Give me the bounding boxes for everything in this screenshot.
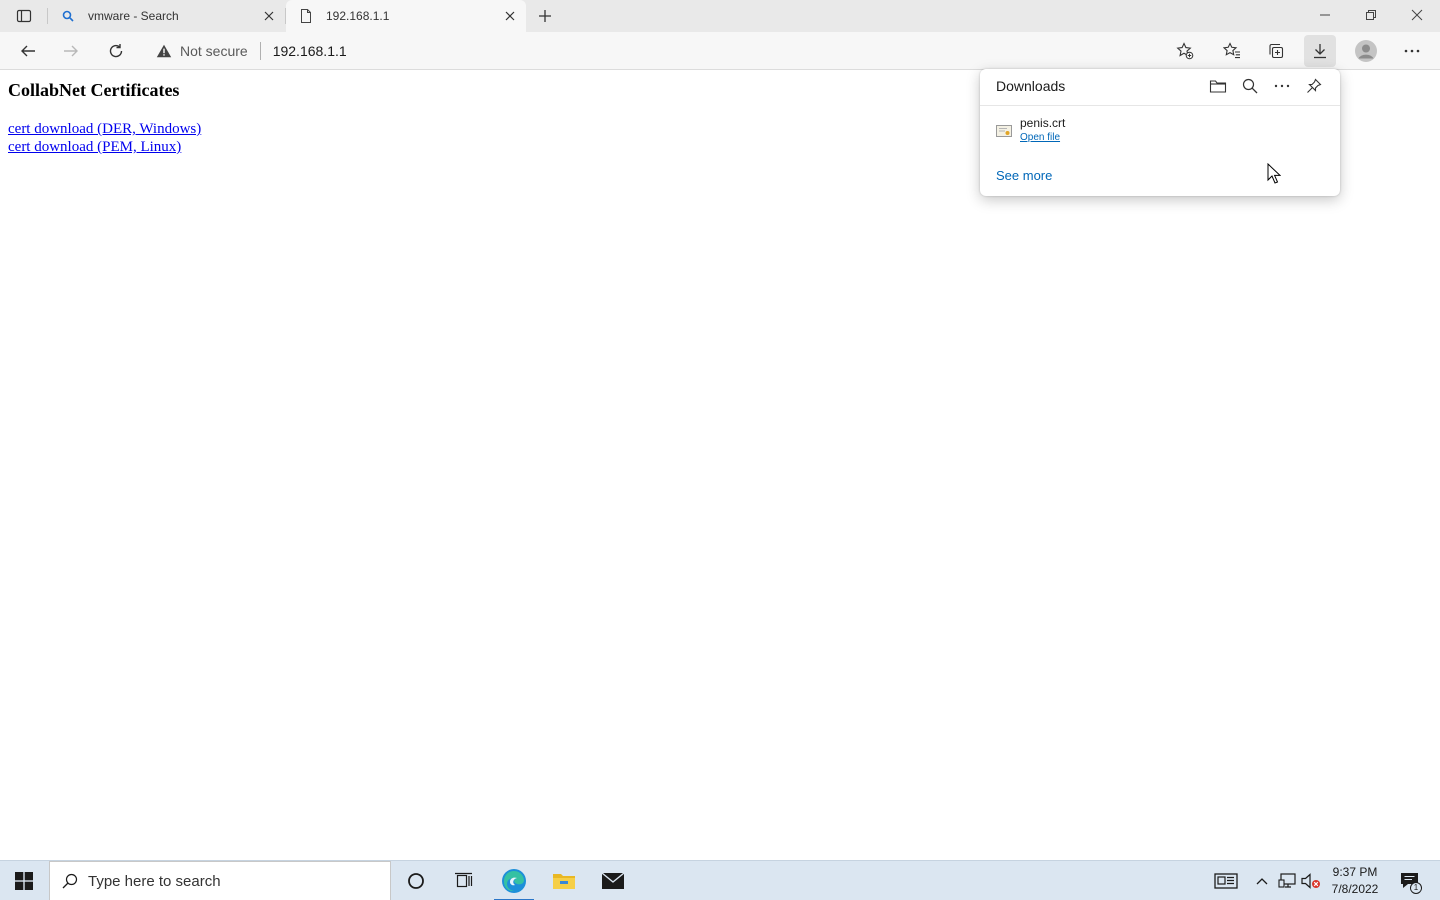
download-icon (1314, 44, 1326, 59)
cert-der-windows-link[interactable]: cert download (DER, Windows) (8, 120, 201, 138)
see-more-link[interactable]: See more (996, 168, 1052, 183)
task-view-button[interactable] (440, 861, 488, 900)
back-arrow-icon (21, 45, 35, 57)
security-label: Not secure (180, 43, 248, 59)
edge-taskbar-button[interactable] (490, 861, 538, 900)
tab-title: 192.168.1.1 (326, 9, 390, 23)
refresh-button[interactable] (100, 35, 132, 67)
network-icon (1278, 873, 1296, 888)
open-file-link[interactable]: Open file (1020, 131, 1065, 145)
plus-icon (539, 10, 551, 22)
close-icon (1411, 9, 1423, 21)
search-icon (1242, 78, 1258, 94)
cortana-button[interactable] (392, 861, 440, 900)
tab-actions-icon (16, 9, 32, 23)
download-item[interactable]: penis.crt Open file (996, 116, 1065, 145)
windows-logo-icon (15, 872, 33, 890)
add-favorite-button[interactable] (1172, 35, 1198, 67)
address-toolbar: Not secure 192.168.1.1 (0, 32, 1440, 70)
ellipsis-icon (1404, 49, 1420, 53)
volume-button[interactable] (1300, 861, 1322, 900)
mail-icon (601, 872, 625, 889)
pin-icon (1307, 78, 1322, 93)
collections-icon (1269, 43, 1284, 59)
cert-pem-linux-link[interactable]: cert download (PEM, Linux) (8, 138, 201, 156)
chevron-up-icon (1256, 878, 1268, 885)
star-add-icon (1176, 42, 1194, 60)
address-divider (259, 42, 261, 60)
speaker-muted-icon (1301, 873, 1320, 889)
start-button[interactable] (0, 861, 48, 900)
refresh-icon (109, 44, 123, 58)
taskbar-search-placeholder: Type here to search (88, 872, 221, 890)
action-center-button[interactable]: 1 (1394, 861, 1426, 900)
notification-count-badge: 1 (1410, 882, 1422, 894)
forward-arrow-icon (64, 45, 78, 57)
mouse-cursor-icon (1267, 163, 1281, 184)
download-filename: penis.crt (1020, 116, 1066, 130)
restore-button[interactable] (1348, 0, 1394, 30)
address-bar[interactable]: Not secure 192.168.1.1 (146, 35, 1206, 67)
page-title: CollabNet Certificates (8, 80, 180, 100)
pin-downloads-button[interactable] (1298, 74, 1330, 98)
favorites-button[interactable] (1216, 35, 1248, 67)
profile-button[interactable] (1350, 35, 1382, 67)
avatar-icon (1355, 40, 1377, 62)
favorites-icon (1223, 42, 1240, 59)
close-icon[interactable] (502, 8, 518, 24)
forward-button[interactable] (55, 35, 87, 67)
certificate-file-icon (996, 125, 1012, 137)
warning-icon (156, 44, 172, 58)
tab-title: vmware - Search (88, 9, 179, 23)
close-icon[interactable] (261, 8, 277, 24)
downloads-panel: Downloads penis.crt Open file See more (980, 69, 1340, 196)
search-icon (62, 873, 78, 889)
open-downloads-folder-button[interactable] (1202, 74, 1234, 98)
tab-vmware-search[interactable]: vmware - Search (48, 0, 285, 32)
folder-icon (1209, 80, 1227, 93)
window-close-button[interactable] (1394, 0, 1440, 30)
edge-browser-icon (502, 869, 526, 893)
collections-button[interactable] (1260, 35, 1292, 67)
cortana-circle-icon (408, 873, 424, 889)
show-hidden-icons-button[interactable] (1252, 861, 1272, 900)
tab-strip: vmware - Search 192.168.1.1 (0, 0, 1440, 32)
downloads-more-button[interactable] (1266, 74, 1298, 98)
news-icon (1214, 873, 1238, 889)
settings-more-button[interactable] (1396, 35, 1428, 67)
downloads-toolbar (1202, 74, 1330, 98)
new-tab-button[interactable] (533, 4, 557, 28)
folder-icon (553, 874, 575, 889)
tab-actions-button[interactable] (8, 4, 40, 28)
site-security-indicator[interactable]: Not secure (156, 43, 248, 59)
search-icon (60, 8, 76, 24)
system-clock[interactable]: 9:37 PM 7/8/2022 (1325, 861, 1385, 900)
restore-icon (1366, 10, 1376, 20)
clock-date: 7/8/2022 (1331, 882, 1379, 896)
ellipsis-icon (1274, 84, 1290, 88)
screen: vmware - Search 192.168.1.1 Not secure 1… (0, 0, 1440, 900)
clock-time: 9:37 PM (1332, 865, 1378, 879)
mail-button[interactable] (589, 861, 637, 900)
news-widget-button[interactable] (1210, 861, 1242, 900)
file-explorer-button[interactable] (540, 861, 588, 900)
minimize-button[interactable] (1302, 0, 1348, 30)
tab-192-168-1-1[interactable]: 192.168.1.1 (286, 0, 526, 32)
cert-links: cert download (DER, Windows) cert downlo… (8, 120, 201, 156)
url-text[interactable]: 192.168.1.1 (273, 43, 347, 59)
task-view-icon (455, 872, 473, 888)
download-item-text: penis.crt Open file (1020, 116, 1065, 145)
network-button[interactable] (1276, 861, 1298, 900)
taskbar-search-box[interactable]: Type here to search (49, 861, 391, 900)
downloads-divider (980, 105, 1340, 106)
back-button[interactable] (12, 35, 44, 67)
search-downloads-button[interactable] (1234, 74, 1266, 98)
minimize-icon (1320, 14, 1330, 16)
page-icon (298, 8, 314, 24)
downloads-title: Downloads (996, 78, 1066, 94)
taskbar: Type here to search 9:37 PM 7/8/2022 1 (0, 860, 1440, 900)
downloads-button[interactable] (1304, 35, 1336, 67)
